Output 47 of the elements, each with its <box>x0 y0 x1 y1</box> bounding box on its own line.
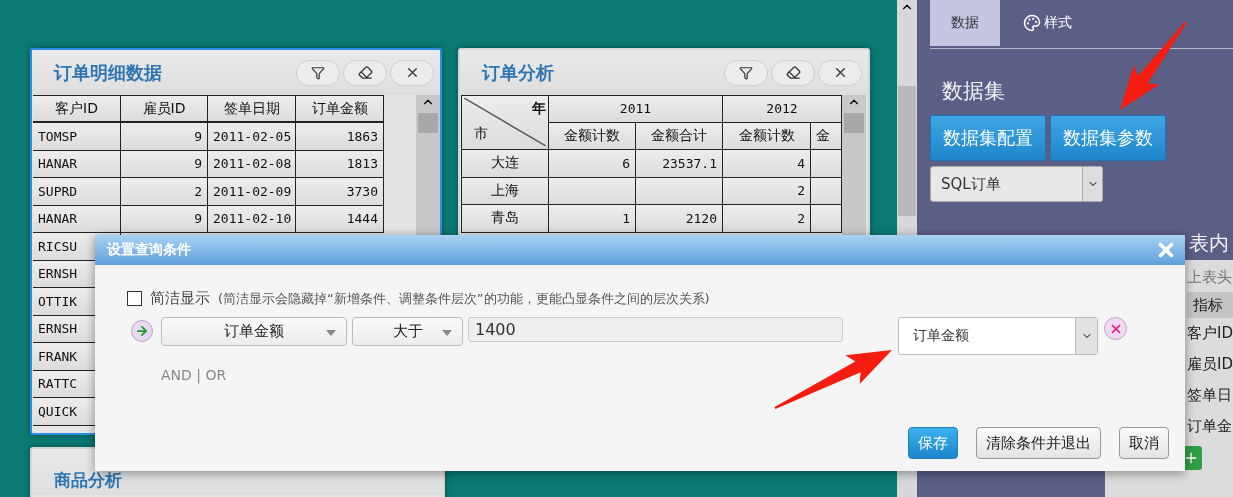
section-title: 表内 <box>1189 230 1230 257</box>
column-header: 雇员ID <box>121 95 208 123</box>
table-cell: 6 <box>549 150 636 178</box>
corner-label: 年 <box>532 100 546 118</box>
table-cell: HANAR <box>33 150 121 178</box>
row-header: 大连 <box>461 150 549 178</box>
column-header: 2011 <box>549 95 723 123</box>
table-cell: 1863 <box>296 123 384 151</box>
table-cell: 2011-02-10 <box>208 205 296 233</box>
column-header: 订单金额 <box>296 95 384 123</box>
checkbox-label: 简洁显示 <box>150 289 210 308</box>
column-header: 签单日期 <box>208 95 296 123</box>
column-header: 金额计数 <box>549 122 636 150</box>
table-cell: 2 <box>723 177 811 205</box>
panel-title: 订单明细数据 <box>54 60 162 85</box>
field-group-label: 上表头 <box>1187 268 1233 288</box>
table-cell: 1813 <box>296 150 384 178</box>
section-title: 数据集 <box>942 78 1006 105</box>
table-cell: 9 <box>121 123 208 151</box>
table-cell: 4 <box>723 150 811 178</box>
row-header: 青岛 <box>461 205 549 233</box>
table-cell: 1444 <box>296 205 384 233</box>
table-cell: 9 <box>121 205 208 233</box>
table-cell: 23537.1 <box>636 150 723 178</box>
table-cell: 2120 <box>636 205 723 233</box>
panel-title: 商品分析 <box>54 469 122 492</box>
row-header: 上海 <box>461 177 549 205</box>
column-header: 金额计数 <box>723 122 811 150</box>
table-cell: HANAR <box>33 205 121 233</box>
table-cell: 2011-02-09 <box>208 178 296 206</box>
column-header: 客户ID <box>33 95 121 123</box>
column-header: 金额合计 <box>636 122 723 150</box>
table-cell: 9 <box>121 150 208 178</box>
table-cell: TOMSP <box>33 123 121 151</box>
table-cell: 3730 <box>296 178 384 206</box>
table-cell: 2011-02-08 <box>208 150 296 178</box>
corner-label: 市 <box>474 125 488 143</box>
column-header: 金 <box>811 122 842 150</box>
panel-title: 订单分析 <box>482 60 554 85</box>
table-cell: 1 <box>549 205 636 233</box>
column-header: 2012 <box>723 95 842 123</box>
table-cell: 2011-02-05 <box>208 123 296 151</box>
field-column-header: 指标 <box>1187 292 1233 318</box>
table-cell: 2 <box>121 178 208 206</box>
hint-text: (简洁显示会隐藏掉“新增条件、调整条件层次”的功能，更能凸显条件之间的层次关系) <box>218 289 710 308</box>
table-cell: 2 <box>723 205 811 233</box>
table-cell: SUPRD <box>33 178 121 206</box>
